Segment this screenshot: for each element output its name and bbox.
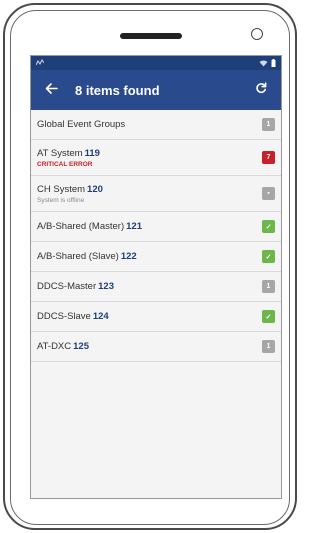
list-item-number: 123: [98, 281, 114, 292]
list-item-label: AT-DXC: [37, 341, 72, 352]
list-item-number: 122: [120, 251, 137, 262]
battery-icon: [271, 56, 276, 72]
status-text: System is offline: [37, 196, 85, 204]
list-item-text: DDCS-Slave 124: [37, 311, 109, 322]
arrow-left-icon: [45, 81, 58, 99]
list-item-title: A/B-Shared (Master) 121: [37, 221, 142, 232]
phone-screen: 8 items found Global Event Groups 1 AT Sys…: [30, 55, 282, 499]
error-status-text: CRITICAL ERROR: [37, 160, 93, 168]
list-item[interactable]: A/B-Shared (Slave) 122 ✓: [31, 242, 281, 272]
list-item-number: 119: [84, 147, 100, 159]
list-item-number: 121: [126, 221, 142, 232]
list-item-label: A/B-Shared (Master): [37, 221, 125, 232]
item-list: Global Event Groups 1 AT System 119 CRITICAL…: [31, 110, 281, 362]
list-item-label: AT System: [37, 147, 83, 159]
list-item[interactable]: DDCS-Slave 124 ✓: [31, 302, 281, 332]
list-item-title: AT System 119: [37, 148, 100, 159]
list-item[interactable]: DDCS-Master 123 1: [31, 272, 281, 302]
list-item-title: CH System 120: [37, 184, 103, 195]
list-item-text: A/B-Shared (Master) 121: [37, 221, 142, 232]
list-item-text: CH System 120 System is offline: [37, 184, 103, 204]
list-item-title: DDCS-Master 123: [37, 281, 114, 292]
list-item[interactable]: AT-DXC 125 1: [31, 332, 281, 362]
list-item-text: A/B-Shared (Slave) 122: [37, 251, 137, 262]
list-item-text: Global Event Groups: [37, 119, 125, 130]
list-item-number: 125: [73, 341, 89, 352]
list-item[interactable]: AT System 119 CRITICAL ERROR 7: [31, 140, 281, 176]
refresh-button[interactable]: [249, 78, 273, 102]
page-title: 8 items found: [75, 82, 160, 98]
list-item-number: 120: [87, 183, 103, 195]
list-item-label: A/B-Shared (Slave): [37, 251, 119, 262]
wifi-icon: [259, 56, 268, 72]
list-item-title: DDCS-Slave 124: [37, 311, 109, 322]
status-badge: ✓: [262, 220, 275, 233]
app-bar: 8 items found: [31, 70, 281, 110]
list-item-title: Global Event Groups: [37, 119, 125, 130]
list-item-number: 124: [92, 311, 109, 322]
list-item-title: AT-DXC 125: [37, 341, 89, 352]
list-item-label: DDCS-Slave: [37, 311, 91, 322]
list-item-text: AT-DXC 125: [37, 341, 89, 352]
back-button[interactable]: [39, 78, 63, 102]
list-item[interactable]: A/B-Shared (Master) 121 ✓: [31, 212, 281, 242]
status-badge: ▪: [262, 187, 275, 200]
signal-activity-icon: [35, 56, 45, 72]
list-item-label: CH System: [37, 183, 86, 195]
list-item-title: A/B-Shared (Slave) 122: [37, 251, 137, 262]
status-badge: 1: [262, 118, 275, 131]
list-item[interactable]: CH System 120 System is offline ▪: [31, 176, 281, 212]
phone-camera: [251, 28, 263, 40]
status-badge: ✓: [262, 310, 275, 323]
list-item-text: DDCS-Master 123: [37, 281, 114, 292]
status-badge: ✓: [262, 250, 275, 263]
status-badge: 7: [262, 151, 275, 164]
list-item[interactable]: Global Event Groups 1: [31, 110, 281, 140]
status-badge: 1: [262, 280, 275, 293]
list-item-text: AT System 119 CRITICAL ERROR: [37, 148, 100, 168]
list-item-label: DDCS-Master: [37, 281, 97, 292]
status-bar: [31, 56, 281, 70]
phone-speaker: [120, 33, 182, 39]
status-badge: 1: [262, 340, 275, 353]
list-item-label: Global Event Groups: [37, 119, 126, 130]
refresh-icon: [255, 81, 267, 99]
